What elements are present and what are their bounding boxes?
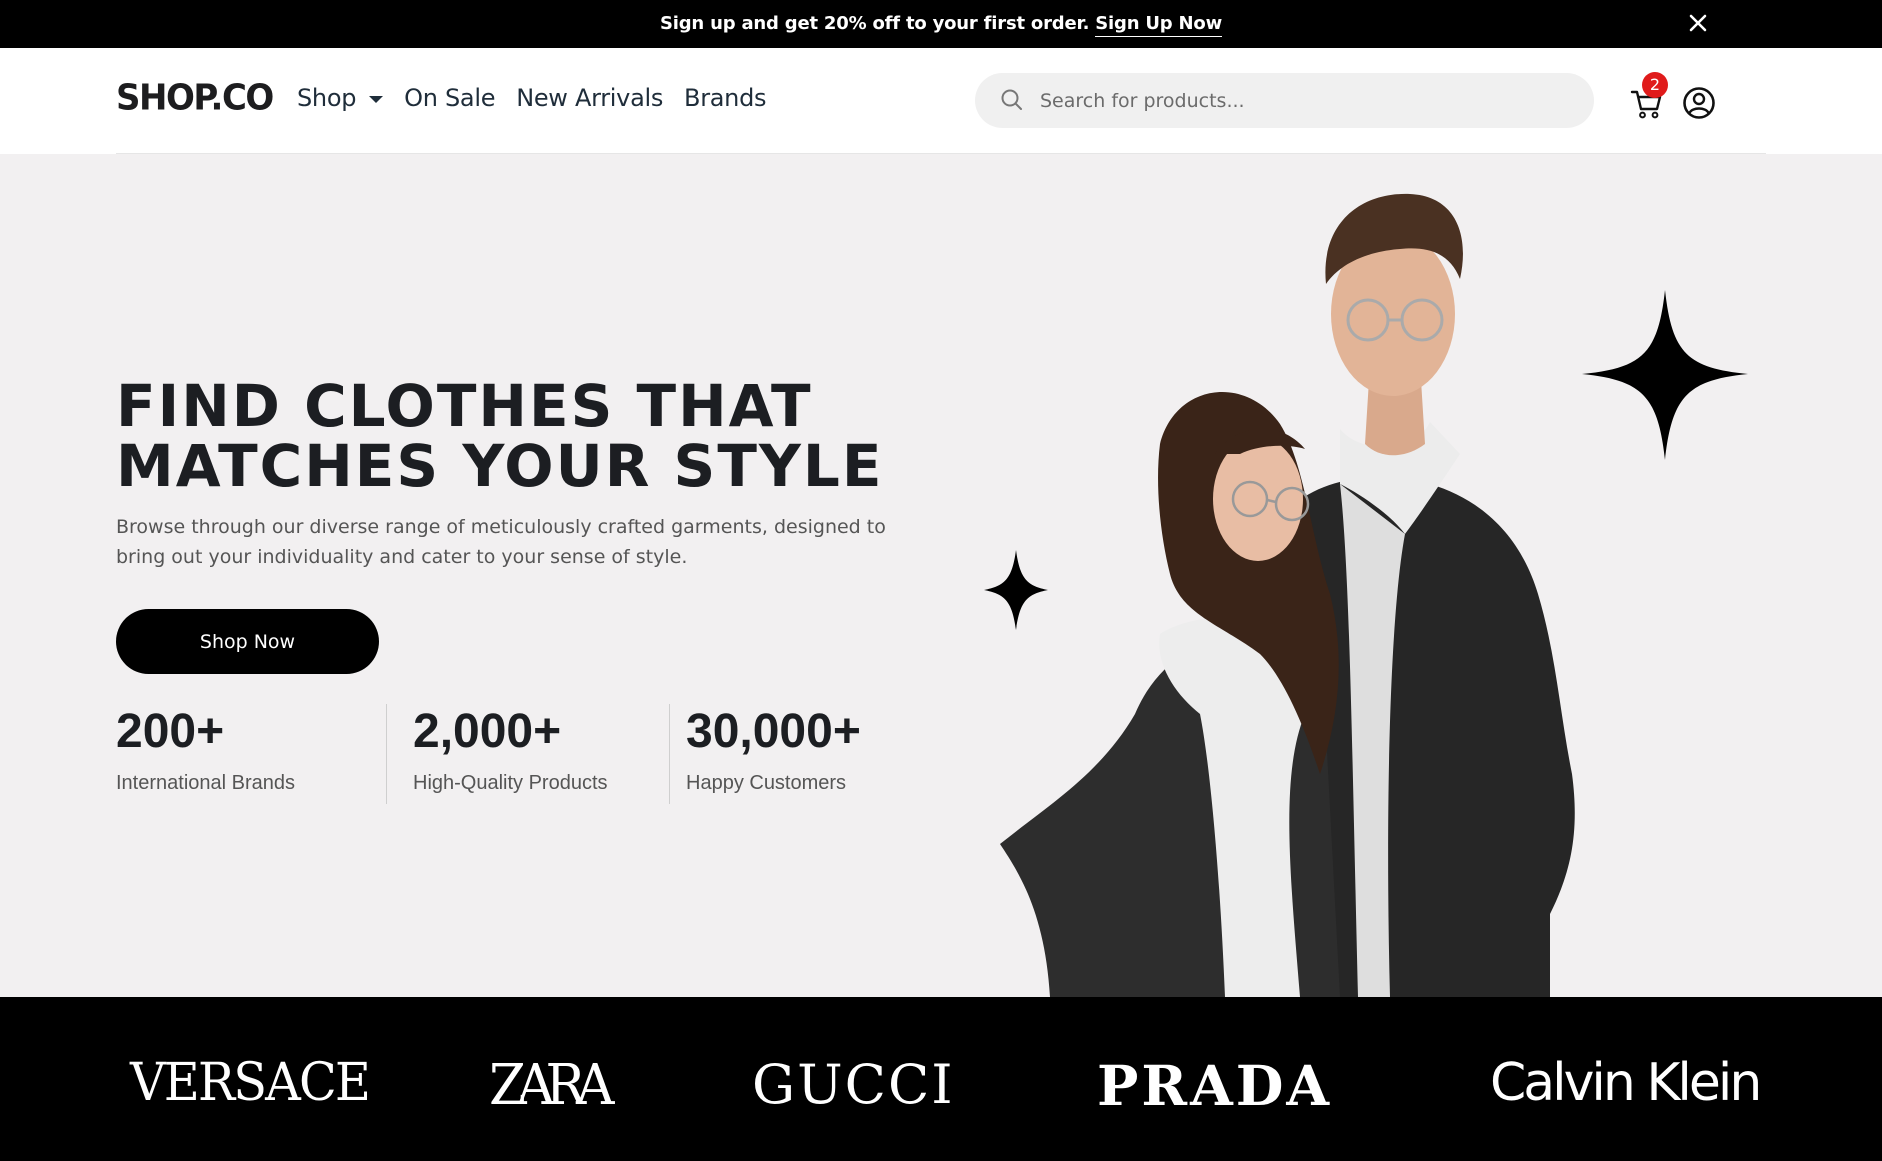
stat-value: 200+ <box>116 705 225 758</box>
nav-brands[interactable]: Brands <box>684 84 767 112</box>
search-icon <box>1001 89 1022 110</box>
nav-on-sale[interactable]: On Sale <box>404 84 495 112</box>
stat-label: High-Quality Products <box>413 772 608 794</box>
stat-label: International Brands <box>116 772 296 794</box>
stat-brands: 200+ International Brands <box>116 704 295 795</box>
nav-new-arrivals[interactable]: New Arrivals <box>516 84 663 112</box>
promo-bar: Sign up and get 20% off to your first or… <box>0 0 1882 48</box>
site-header: SHOP.CO Shop On Sale New Arrivals Brands… <box>0 48 1882 154</box>
brand-logo-versace[interactable]: VERSACE <box>130 1053 371 1113</box>
brand-logo-calvin-klein[interactable]: Calvin Klein <box>1490 1053 1762 1113</box>
brand-logo-prada[interactable]: PRADA <box>1097 1053 1332 1118</box>
stat-value: 2,000+ <box>413 705 562 758</box>
stat-products: 2,000+ High-Quality Products <box>413 704 608 795</box>
brand-strip: VERSACE ZARA GUCCI PRADA Calvin Klein <box>0 997 1882 1161</box>
shop-now-button[interactable]: Shop Now <box>116 609 379 674</box>
stat-divider <box>386 704 387 804</box>
stat-value: 30,000+ <box>686 705 861 758</box>
hero-title: FIND CLOTHES THAT MATCHES YOUR STYLE <box>116 376 883 496</box>
search-input[interactable] <box>1040 73 1560 128</box>
user-circle-icon[interactable] <box>1682 86 1716 120</box>
hero-section: FIND CLOTHES THAT MATCHES YOUR STYLE Bro… <box>0 154 1882 997</box>
sparkle-icon <box>1582 290 1748 460</box>
nav-shop-label: Shop <box>297 84 357 112</box>
chevron-down-icon <box>369 95 384 103</box>
cart-count-badge: 2 <box>1642 72 1668 98</box>
site-logo[interactable]: SHOP.CO <box>116 77 274 119</box>
nav-shop[interactable]: Shop <box>297 84 384 112</box>
hero-subtitle: Browse through our diverse range of meti… <box>116 516 886 568</box>
stat-divider <box>669 704 670 804</box>
promo-text: Sign up and get 20% off to your first or… <box>659 13 1096 34</box>
brand-logo-gucci[interactable]: GUCCI <box>752 1053 955 1116</box>
stat-customers: 30,000+ Happy Customers <box>686 704 861 795</box>
hero-title-line-2: MATCHES YOUR STYLE <box>116 432 884 500</box>
hero-image <box>984 193 1748 997</box>
hero-title-line-1: FIND CLOTHES THAT <box>116 372 813 440</box>
main-nav: Shop On Sale New Arrivals Brands <box>297 84 787 112</box>
brand-logo-zara[interactable]: ZARA <box>489 1053 614 1118</box>
search-bar <box>975 73 1594 128</box>
sparkle-icon <box>984 550 1048 630</box>
sign-up-link[interactable]: Sign Up Now <box>1095 13 1222 37</box>
promo-message: Sign up and get 20% off to your first or… <box>0 13 1882 37</box>
close-icon[interactable] <box>1686 11 1710 35</box>
stat-label: Happy Customers <box>686 772 847 794</box>
